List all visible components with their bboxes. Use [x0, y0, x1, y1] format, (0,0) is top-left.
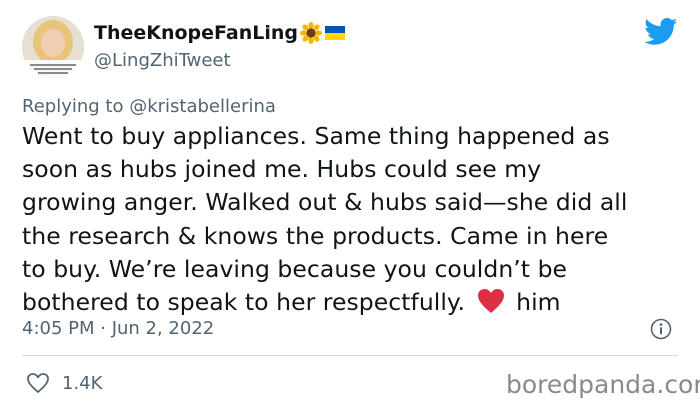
reply-context: Replying to @kristabellerina — [22, 96, 276, 117]
display-name[interactable]: TheeKnopeFanLing — [94, 22, 298, 44]
sunflower-emoji — [300, 22, 323, 44]
like-count: 1.4K — [62, 372, 103, 394]
tweet-line: soon as hubs joined me. Hubs could see m… — [22, 155, 542, 184]
tweet-line-last: bothered to speak to her respectfully. h… — [22, 286, 690, 319]
user-handle[interactable]: @LingZhiTweet — [94, 50, 231, 71]
divider — [22, 355, 678, 356]
tweet-line: Went to buy appliances. Same thing happe… — [22, 122, 610, 150]
heart-outline-icon[interactable] — [26, 372, 50, 394]
red-heart-emoji — [477, 289, 504, 314]
display-name-row[interactable]: TheeKnopeFanLing — [94, 22, 346, 44]
reply-mention-link[interactable]: @kristabellerina — [129, 96, 276, 117]
tweet-text: Went to buy appliances. Same thing happe… — [22, 120, 690, 319]
info-icon[interactable] — [650, 318, 672, 340]
tweet-line: growing anger. Walked out & hubs said—sh… — [22, 188, 628, 217]
ukraine-flag-emoji — [325, 26, 346, 40]
avatar-image — [22, 16, 84, 78]
like-action[interactable]: 1.4K — [26, 372, 102, 394]
avatar[interactable] — [22, 16, 84, 78]
twitter-bird-icon[interactable] — [644, 18, 678, 46]
tweet-last-line-start: bothered to speak to her respectfully. — [22, 288, 466, 317]
watermark: boredpanda.com — [506, 370, 700, 399]
tweet-last-line-end: him — [516, 288, 561, 317]
tweet-line: the research & knows the products. Came … — [22, 221, 609, 250]
tweet-line: to buy. We’re leaving because you couldn… — [22, 254, 568, 283]
tweet-timestamp[interactable]: 4:05 PM · Jun 2, 2022 — [22, 318, 214, 339]
reply-prefix: Replying to — [22, 96, 124, 117]
